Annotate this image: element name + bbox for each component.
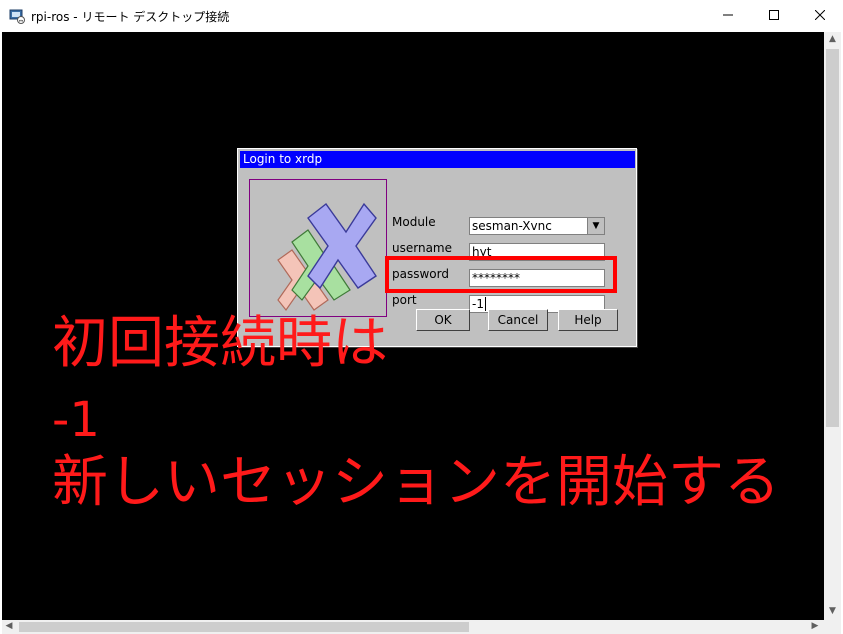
maximize-icon xyxy=(769,8,779,24)
remote-desktop-icon: ↔ xyxy=(9,8,25,25)
chevron-down-icon[interactable]: ▼ xyxy=(587,218,604,234)
scroll-down-icon[interactable]: ▼ xyxy=(824,606,841,616)
annotation-line-2: -1 xyxy=(52,392,100,448)
horizontal-scroll-thumb[interactable] xyxy=(19,622,469,632)
window-titlebar[interactable]: ↔ rpi-ros - リモート デスクトップ接続 xyxy=(0,0,843,32)
username-label: username xyxy=(392,241,452,255)
text-cursor xyxy=(484,297,486,311)
annotation-line-1: 初回接続時は xyxy=(52,311,388,376)
horizontal-scrollbar[interactable]: ◀ ▶ xyxy=(2,620,824,634)
help-button[interactable]: Help xyxy=(558,309,618,331)
dialog-title: Login to xrdp xyxy=(240,151,635,168)
module-select[interactable]: sesman-Xvnc ▼ xyxy=(469,217,605,235)
module-label: Module xyxy=(392,215,436,229)
svg-text:↔: ↔ xyxy=(19,19,23,25)
close-button[interactable] xyxy=(797,0,843,32)
vertical-scroll-thumb[interactable] xyxy=(826,49,839,427)
port-value: -1 xyxy=(472,297,484,311)
window-title: rpi-ros - リモート デスクトップ接続 xyxy=(31,10,230,24)
port-highlight-box xyxy=(385,256,617,293)
scrollbar-corner xyxy=(824,620,841,634)
port-label: port xyxy=(392,293,417,307)
close-icon xyxy=(814,8,826,24)
scroll-up-icon[interactable]: ▲ xyxy=(824,34,841,44)
vertical-scrollbar[interactable]: ▲ ▼ xyxy=(824,32,841,620)
module-value: sesman-Xvnc xyxy=(472,219,552,233)
scroll-left-icon[interactable]: ◀ xyxy=(2,621,16,631)
annotation-line-3: 新しいセッションを開始する xyxy=(52,450,780,515)
maximize-button[interactable] xyxy=(751,0,797,32)
cancel-button[interactable]: Cancel xyxy=(488,309,548,331)
scroll-right-icon[interactable]: ▶ xyxy=(808,621,822,631)
minimize-button[interactable] xyxy=(705,0,751,32)
ok-button[interactable]: OK xyxy=(416,309,470,331)
logo-frame xyxy=(249,179,387,317)
minimize-icon xyxy=(723,8,733,24)
